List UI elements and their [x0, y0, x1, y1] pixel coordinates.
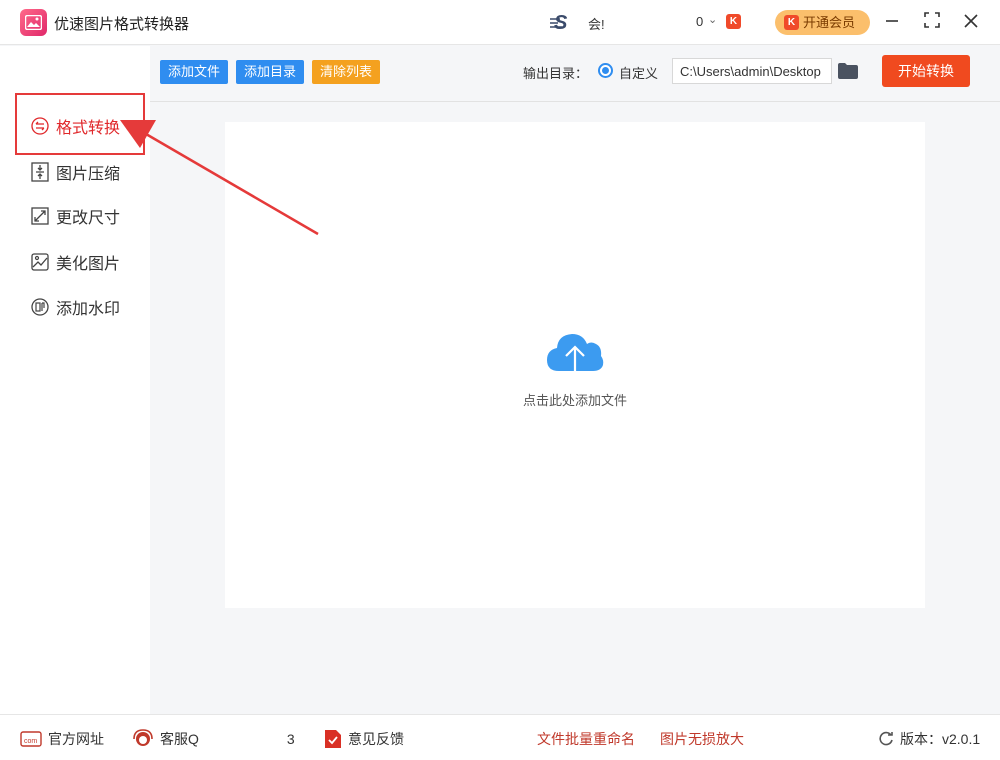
drop-hint-text[interactable]: 点击此处添加文件	[225, 390, 925, 409]
vip-button-label: 开通会员	[803, 15, 856, 30]
user-name[interactable]: 会!	[588, 14, 605, 33]
footer: com 官方网址 客服Q 3 意见反馈 文件批量重命名 图片无损放大 版本： v…	[0, 714, 1000, 760]
customer-service-link[interactable]: 客服Q 3	[132, 729, 295, 749]
add-file-button[interactable]: 添加文件	[160, 60, 229, 84]
cloud-upload-icon[interactable]	[545, 327, 605, 388]
website-icon: com	[20, 731, 42, 747]
sidebar-item-watermark[interactable]: 添加水印	[30, 295, 120, 319]
sidebar-item-label: 图片压缩	[56, 166, 121, 183]
service-headset-icon	[132, 729, 154, 749]
feedback-label: 意见反馈	[348, 731, 404, 747]
refresh-icon	[878, 731, 894, 747]
start-convert-button[interactable]: 开始转换	[882, 55, 970, 87]
compress-icon	[30, 162, 50, 182]
website-link[interactable]: com 官方网址	[20, 729, 104, 749]
convert-icon	[30, 116, 50, 136]
user-avatar-icon[interactable]: S	[550, 11, 580, 34]
minimize-icon[interactable]	[880, 10, 904, 34]
output-dir-label: 输出目录：	[523, 66, 589, 81]
version-label: 版本：	[900, 731, 942, 747]
version-number: v2.0.1	[942, 731, 981, 747]
feedback-icon	[324, 729, 342, 749]
svg-text:com: com	[24, 738, 37, 745]
clear-list-button[interactable]: 清除列表	[312, 60, 381, 84]
resize-icon	[30, 206, 50, 226]
file-drop-area[interactable]: 点击此处添加文件	[225, 122, 925, 608]
sidebar-item-resize[interactable]: 更改尺寸	[30, 204, 120, 228]
sidebar-item-label: 添加水印	[56, 301, 121, 318]
vip-icon: K	[784, 15, 799, 30]
app-title: 优速图片格式转换器	[54, 16, 190, 33]
website-label: 官方网址	[48, 731, 104, 747]
custom-radio[interactable]	[598, 63, 613, 78]
toolbar: 添加文件 添加目录 清除列表 输出目录： 自定义 开始转换	[150, 46, 1000, 102]
coin-count[interactable]: 0	[696, 14, 703, 29]
open-vip-button[interactable]: K 开通会员	[775, 10, 870, 35]
redacted-qq-number	[198, 731, 287, 747]
annotation-arrow-icon	[120, 120, 319, 236]
sidebar-item-label: 美化图片	[56, 256, 121, 273]
lossless-enlarge-link[interactable]: 图片无损放大	[660, 729, 744, 749]
feedback-link[interactable]: 意见反馈	[324, 729, 404, 749]
sidebar-item-label: 更改尺寸	[56, 210, 121, 227]
output-path-input[interactable]	[672, 58, 832, 84]
coin-icon: K	[726, 14, 741, 29]
title-bar: 优速图片格式转换器 S 会! 0 ⌄ K K 开通会员	[0, 0, 1000, 45]
service-suffix: 3	[286, 731, 295, 747]
sidebar-item-beautify[interactable]: 美化图片	[30, 250, 120, 274]
folder-icon[interactable]	[838, 63, 858, 84]
version-info[interactable]: 版本： v2.0.1	[878, 729, 980, 749]
close-icon[interactable]	[959, 10, 983, 34]
custom-radio-label[interactable]: 自定义	[619, 63, 658, 82]
sidebar-item-compress[interactable]: 图片压缩	[30, 160, 120, 184]
sidebar-item-format-convert[interactable]: 格式转换	[30, 114, 120, 138]
maximize-icon[interactable]	[920, 10, 944, 34]
sidebar-item-label: 格式转换	[56, 120, 121, 137]
app-logo-icon	[20, 9, 47, 36]
batch-rename-link[interactable]: 文件批量重命名	[537, 729, 635, 749]
beautify-icon	[30, 252, 50, 272]
chevron-down-icon[interactable]: ⌄	[708, 13, 717, 26]
service-label: 客服Q	[160, 731, 199, 747]
watermark-icon	[30, 297, 50, 317]
add-folder-button[interactable]: 添加目录	[236, 60, 305, 84]
